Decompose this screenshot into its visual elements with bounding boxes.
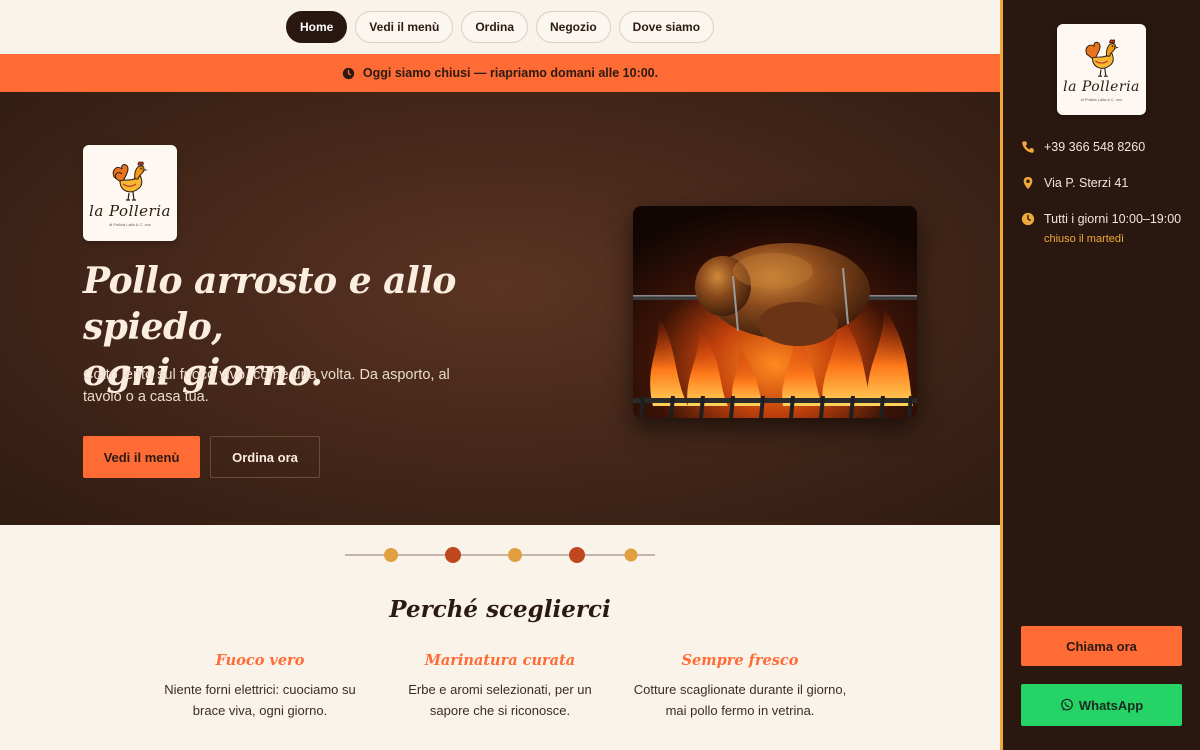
feature-title: Fuoco vero (215, 652, 305, 669)
logo-subtext: di Polizia Lalla & C. snc (1080, 97, 1123, 102)
main-content: Home Vedi il menù Ordina Negozio Dove si… (0, 0, 1000, 750)
logo-wordmark: la Polleria (1063, 79, 1140, 95)
order-now-button[interactable]: Ordina ora (210, 436, 320, 478)
closed-day-note: chiuso il martedì (1044, 233, 1125, 245)
feature-text: Cotture scaglionate durante il giorno, m… (633, 682, 847, 718)
feature-title: Sempre fresco (681, 652, 799, 669)
status-banner: Oggi siamo chiusi — riapriamo domani all… (0, 54, 1000, 92)
skewer-divider (345, 547, 655, 563)
rooster-logo-icon (1085, 39, 1119, 77)
contact-sidebar: la Polleria di Polizia Lalla & C. snc +3… (1000, 0, 1200, 750)
feature-card: Marinatura curata Erbe e aromi seleziona… (400, 652, 600, 721)
feature-text: Niente forni elettrici: cuociamo su brac… (164, 682, 356, 718)
address-row[interactable]: Via P. Sterzi 41 (1021, 176, 1128, 190)
sidebar-logo: la Polleria di Polizia Lalla & C. snc (1057, 24, 1146, 115)
nav-order[interactable]: Ordina (461, 11, 528, 43)
top-nav: Home Vedi il menù Ordina Negozio Dove si… (0, 0, 1000, 54)
nav-home[interactable]: Home (285, 11, 348, 43)
call-now-button[interactable]: Chiama ora (1021, 626, 1182, 666)
address: Via P. Sterzi 41 (1044, 176, 1129, 190)
logo-wordmark: la Polleria (89, 202, 171, 220)
hero-logo: la Polleria di Polizia Lalla & C. snc (83, 145, 177, 241)
hero-section: la Polleria di Polizia Lalla & C. snc Po… (0, 92, 1000, 525)
feature-card: Fuoco vero Niente forni elettrici: cuoci… (160, 652, 360, 721)
clock-icon (1021, 212, 1035, 226)
logo-subtext: di Polizia Lalla & C. snc (109, 222, 151, 227)
banner-text: Oggi siamo chiusi — riapriamo domani all… (362, 66, 659, 80)
whatsapp-label: WhatsApp (1078, 697, 1144, 713)
phone-row[interactable]: +39 366 548 8260 (1021, 140, 1145, 154)
whatsapp-icon (1060, 698, 1073, 711)
clock-icon (342, 67, 355, 79)
view-menu-button[interactable]: Vedi il menù (83, 436, 200, 478)
hours-row: Tutti i giorni 10:00–19:00 (1021, 212, 1181, 226)
roast-chicken-image (633, 206, 917, 418)
feature-title: Marinatura curata (424, 652, 576, 669)
feature-text: Erbe e aromi selezionati, per un sapore … (408, 682, 592, 718)
feature-card: Sempre fresco Cotture scaglionate durant… (630, 652, 850, 721)
nav-location[interactable]: Dove siamo (618, 11, 715, 43)
location-pin-icon (1023, 176, 1033, 190)
rooster-logo-icon (112, 161, 148, 201)
opening-hours: Tutti i giorni 10:00–19:00 (1044, 212, 1182, 226)
hero-subtitle: Cotto lento sul fuoco vivo, come una vol… (83, 367, 450, 405)
why-choose-us-title: Perché sceglierci (389, 596, 611, 623)
nav-menu[interactable]: Vedi il menù (355, 11, 454, 43)
nav-shop[interactable]: Negozio (536, 11, 611, 43)
phone-number: +39 366 548 8260 (1044, 140, 1146, 154)
whatsapp-button[interactable]: WhatsApp (1021, 684, 1182, 726)
phone-icon (1022, 141, 1034, 153)
